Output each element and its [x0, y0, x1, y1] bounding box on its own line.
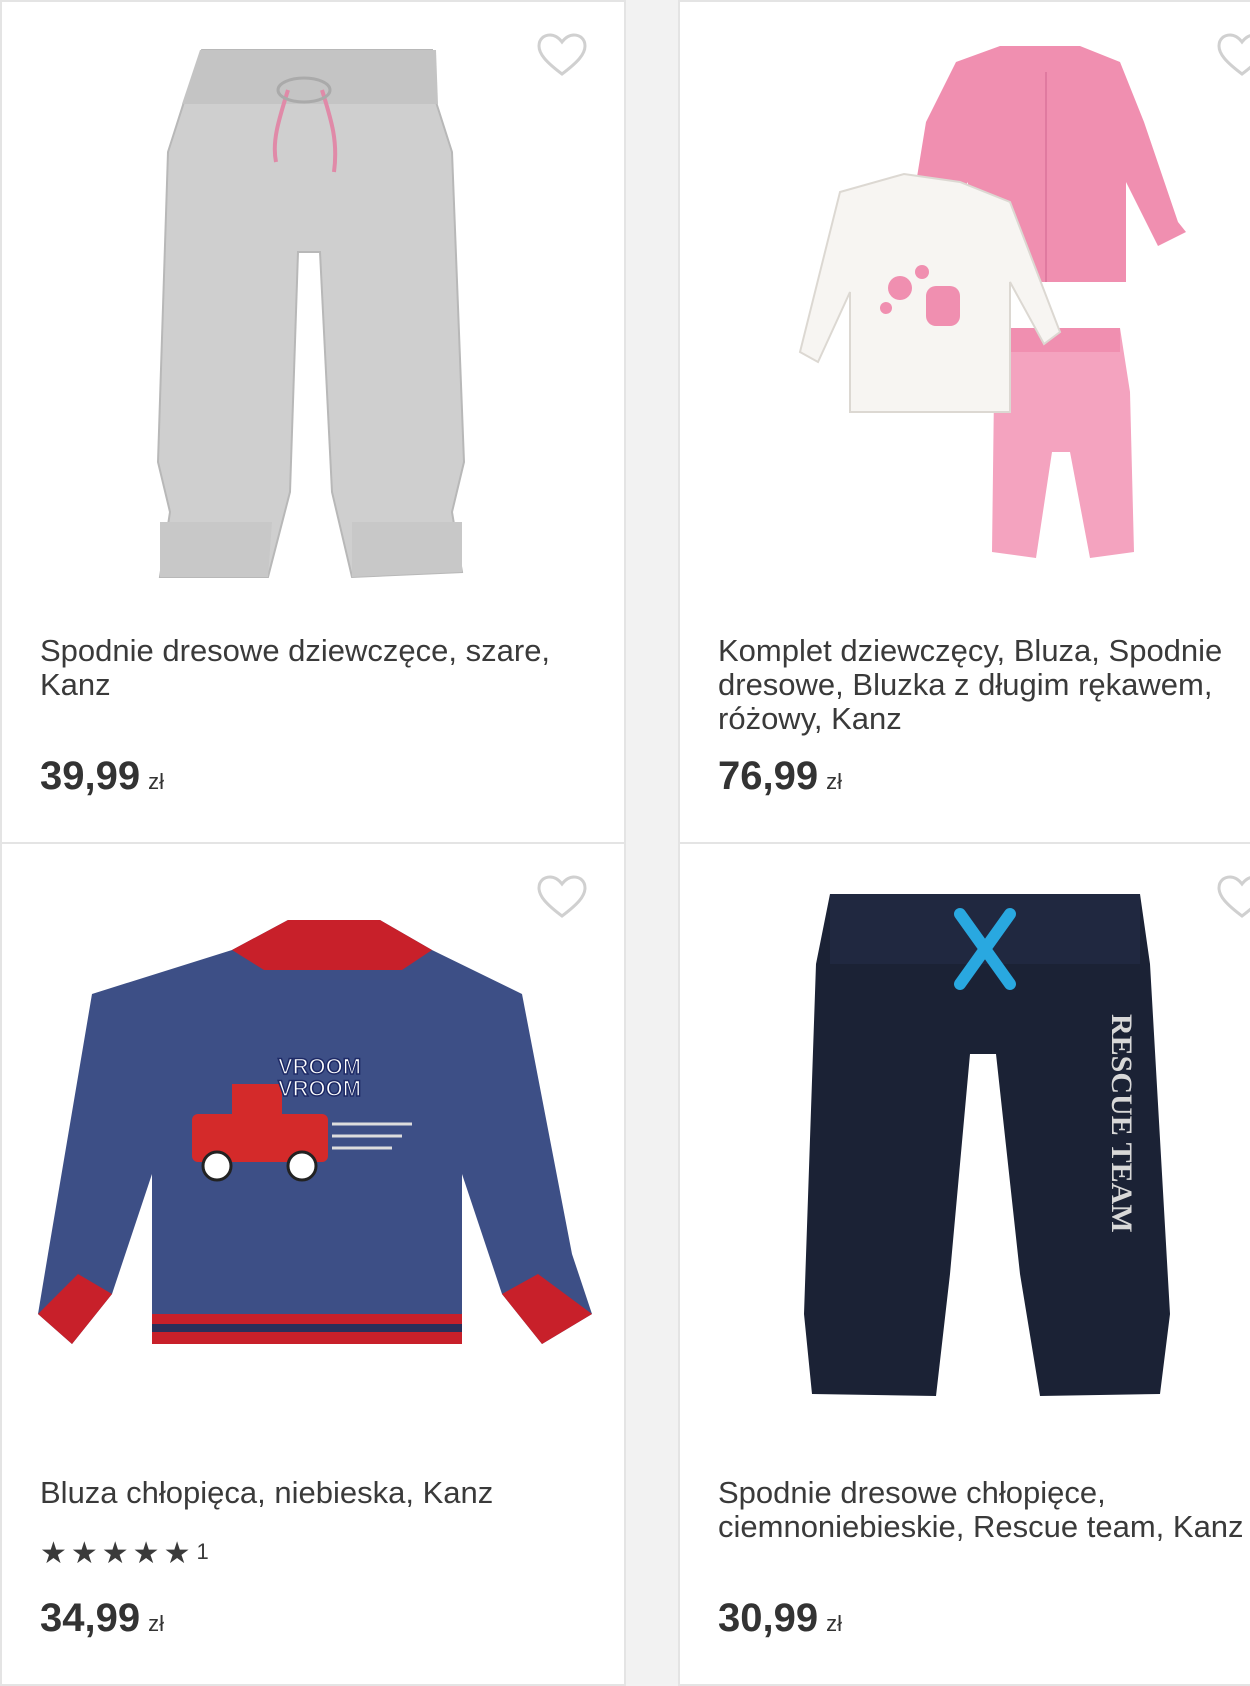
product-grid: Spodnie dresowe dziewczęce, szare, Kanz …	[0, 0, 1250, 1686]
rating-stars: ★★★★★1	[40, 1536, 209, 1571]
product-title[interactable]: Komplet dziewczęcy, Bluza, Spodnie dreso…	[718, 634, 1250, 736]
product-title[interactable]: Spodnie dresowe dziewczęce, szare, Kanz	[40, 634, 600, 702]
currency: zł	[148, 1611, 164, 1636]
price-value: 34,99	[40, 1596, 141, 1640]
product-image-navy-sweatpants[interactable]: RESCUE TEAM	[700, 874, 1250, 1434]
product-image-blue-sweatshirt-truck[interactable]: VROOM VROOM	[32, 874, 592, 1434]
currency: zł	[826, 769, 842, 794]
product-card[interactable]: Komplet dziewczęcy, Bluza, Spodnie dreso…	[678, 0, 1250, 844]
product-price: 39,99 zł	[40, 754, 164, 799]
product-card[interactable]: Spodnie dresowe dziewczęce, szare, Kanz …	[0, 0, 626, 844]
product-image-grey-sweatpants[interactable]	[32, 32, 592, 592]
product-card[interactable]: VROOM VROOM Bluza chłopięca, niebieska, …	[0, 842, 626, 1686]
currency: zł	[148, 769, 164, 794]
product-card[interactable]: RESCUE TEAM Spodnie dresowe chłopięce, c…	[678, 842, 1250, 1686]
product-price: 34,99 zł	[40, 1596, 164, 1641]
price-value: 30,99	[718, 1596, 819, 1640]
price-value: 76,99	[718, 754, 819, 798]
product-image-pink-girls-set[interactable]	[700, 32, 1250, 592]
star-icons: ★★★★★	[40, 1537, 195, 1570]
rescue-team-print: RESCUE TEAM	[1105, 1014, 1138, 1233]
product-price: 30,99 zł	[718, 1596, 842, 1641]
currency: zł	[826, 1611, 842, 1636]
price-value: 39,99	[40, 754, 141, 798]
product-price: 76,99 zł	[718, 754, 842, 799]
truck-print-text-2: VROOM	[278, 1076, 361, 1101]
product-title[interactable]: Bluza chłopięca, niebieska, Kanz	[40, 1476, 600, 1510]
product-title[interactable]: Spodnie dresowe chłopięce, ciemnoniebies…	[718, 1476, 1250, 1544]
rating-count: 1	[196, 1539, 209, 1564]
